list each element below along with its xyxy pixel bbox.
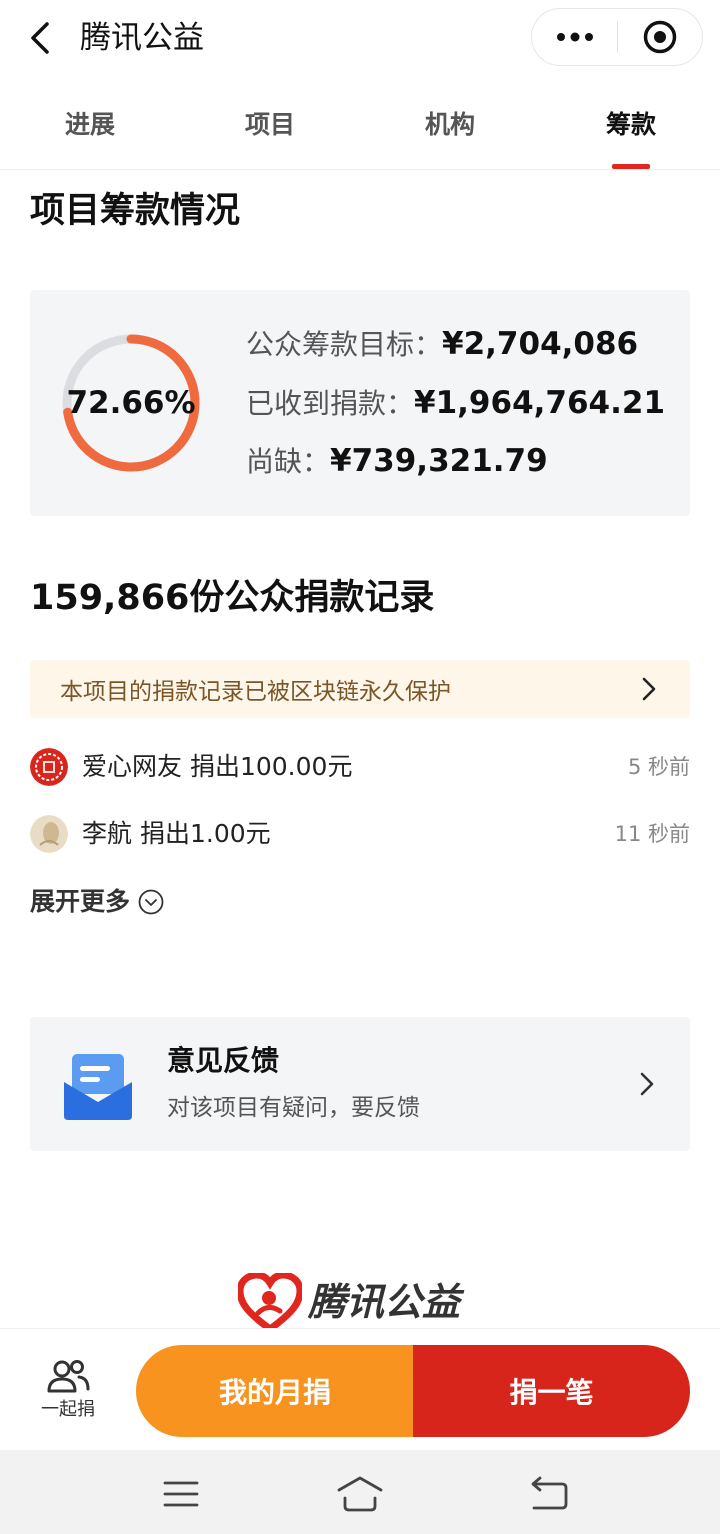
goal-row: 公众筹款目标：¥2,704,086 [246,324,638,365]
donation-time: 11 秒前 [614,822,690,846]
return-icon[interactable] [526,1474,572,1514]
feedback-title: 意见反馈 [167,1044,280,1077]
fundraising-section-title: 项目筹款情况 [30,191,241,231]
people-icon [47,1360,90,1393]
active-tab-indicator [612,164,650,169]
heart-logo-icon [238,1273,302,1331]
feedback-subtitle: 对该项目有疑问，要反馈 [167,1095,420,1121]
feedback-envelope-icon [64,1054,132,1120]
donation-amount: 捐出1.00元 [139,819,271,848]
donate-once-button[interactable]: 捐一笔 [413,1345,690,1437]
fundraising-stats-card: 72.66% 公众筹款目标：¥2,704,086 已收到捐款：¥1,964,76… [30,290,690,516]
tab-progress[interactable]: 进展 [30,108,150,142]
beige-photo-avatar-icon [30,815,68,853]
expand-more-label: 展开更多 [30,887,131,916]
app-header: 腾讯公益 [0,0,720,76]
progress-percent: 72.66% [66,385,196,421]
donate-together-button[interactable]: 一起捐 [28,1357,108,1431]
donation-amount: 捐出100.00元 [189,752,353,781]
donation-time: 5 秒前 [627,755,690,779]
received-row: 已收到捐款：¥1,964,764.21 [246,383,665,424]
expand-more-button[interactable]: 展开更多 [30,885,164,919]
back-button[interactable] [22,18,58,58]
donor-text: 爱心网友 捐出100.00元 [82,750,352,784]
donor-name: 爱心网友 [82,752,183,781]
tab-organization[interactable]: 机构 [390,108,510,142]
miniprogram-capsule [531,8,703,66]
page-title: 腾讯公益 [80,20,204,56]
more-button[interactable] [532,8,617,66]
tab-bar: 进展 项目 机构 筹款 [0,88,720,170]
home-icon[interactable] [336,1474,384,1514]
tencent-charity-logo: 腾讯公益 [238,1272,488,1332]
received-label: 已收到捐款： [246,387,415,420]
close-miniprogram-button[interactable] [618,8,702,66]
chevron-down-circle-icon [138,889,164,915]
shortfall-value: ¥739,321.79 [330,443,548,479]
monthly-donation-button[interactable]: 我的月捐 [136,1345,414,1437]
bottom-action-bar: 一起捐 我的月捐 捐一笔 [0,1328,720,1450]
tab-project[interactable]: 项目 [210,108,330,142]
chevron-right-icon [642,677,656,701]
blockchain-notice-text: 本项目的捐款记录已被区块链永久保护 [60,679,451,705]
red-fortune-avatar-icon [30,748,68,786]
chevron-right-icon [640,1072,654,1096]
target-close-icon [643,20,677,54]
chevron-left-icon [31,22,49,54]
donor-text: 李航 捐出1.00元 [82,817,271,851]
shortfall-label: 尚缺： [246,445,331,478]
goal-label: 公众筹款目标： [246,328,443,361]
goal-value: ¥2,704,086 [442,326,639,362]
more-dots-icon [556,32,593,42]
blockchain-notice[interactable]: 本项目的捐款记录已被区块链永久保护 [30,660,690,718]
system-navigation-bar [0,1450,720,1534]
menu-lines-icon[interactable] [158,1474,204,1514]
feedback-card[interactable]: 意见反馈 对该项目有疑问，要反馈 [30,1017,690,1151]
received-value: ¥1,964,764.21 [414,385,666,421]
donate-together-label: 一起捐 [41,1399,95,1420]
donor-name: 李航 [82,819,133,848]
records-title: 159,866份公众捐款记录 [30,578,435,618]
tab-fundraising[interactable]: 筹款 [571,108,691,142]
donation-record: 李航 捐出1.00元 11 秒前 [30,815,690,855]
logo-text: 腾讯公益 [308,1280,461,1324]
donation-record: 爱心网友 捐出100.00元 5 秒前 [30,748,690,788]
shortfall-row: 尚缺：¥739,321.79 [246,441,548,482]
